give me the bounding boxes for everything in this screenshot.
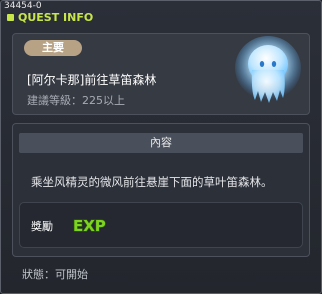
ghost-spirit-icon xyxy=(235,36,301,103)
title-bar[interactable]: QUEST INFO xyxy=(1,10,321,28)
title-marker-icon xyxy=(7,14,14,21)
quest-info-window: 34454-0 QUEST INFO 主要 [阿尔卡那]前往草笛森林 建議等級：… xyxy=(0,0,322,294)
quest-type-badge: 主要 xyxy=(24,40,82,56)
content-heading: 內容 xyxy=(19,133,303,153)
quest-status: 狀態：可開始 xyxy=(22,268,88,281)
window-title: QUEST INFO xyxy=(18,11,94,24)
exp-icon-label: EXP xyxy=(73,217,106,235)
reward-label: 獎勵 xyxy=(31,220,53,233)
reward-box: 獎勵 EXP xyxy=(19,202,303,248)
quest-content-panel: 內容 乘坐风精灵的微风前往悬崖下面的草叶笛森林。 獎勵 EXP xyxy=(12,123,310,257)
quest-summary-panel: 主要 [阿尔卡那]前往草笛森林 建議等級：225以上 xyxy=(12,33,310,115)
exp-icon[interactable]: EXP xyxy=(72,215,110,235)
quest-name: [阿尔卡那]前往草笛森林 xyxy=(27,73,157,87)
quest-description: 乘坐风精灵的微风前往悬崖下面的草叶笛森林。 xyxy=(31,175,273,189)
quest-level-requirement: 建議等級：225以上 xyxy=(27,94,125,107)
